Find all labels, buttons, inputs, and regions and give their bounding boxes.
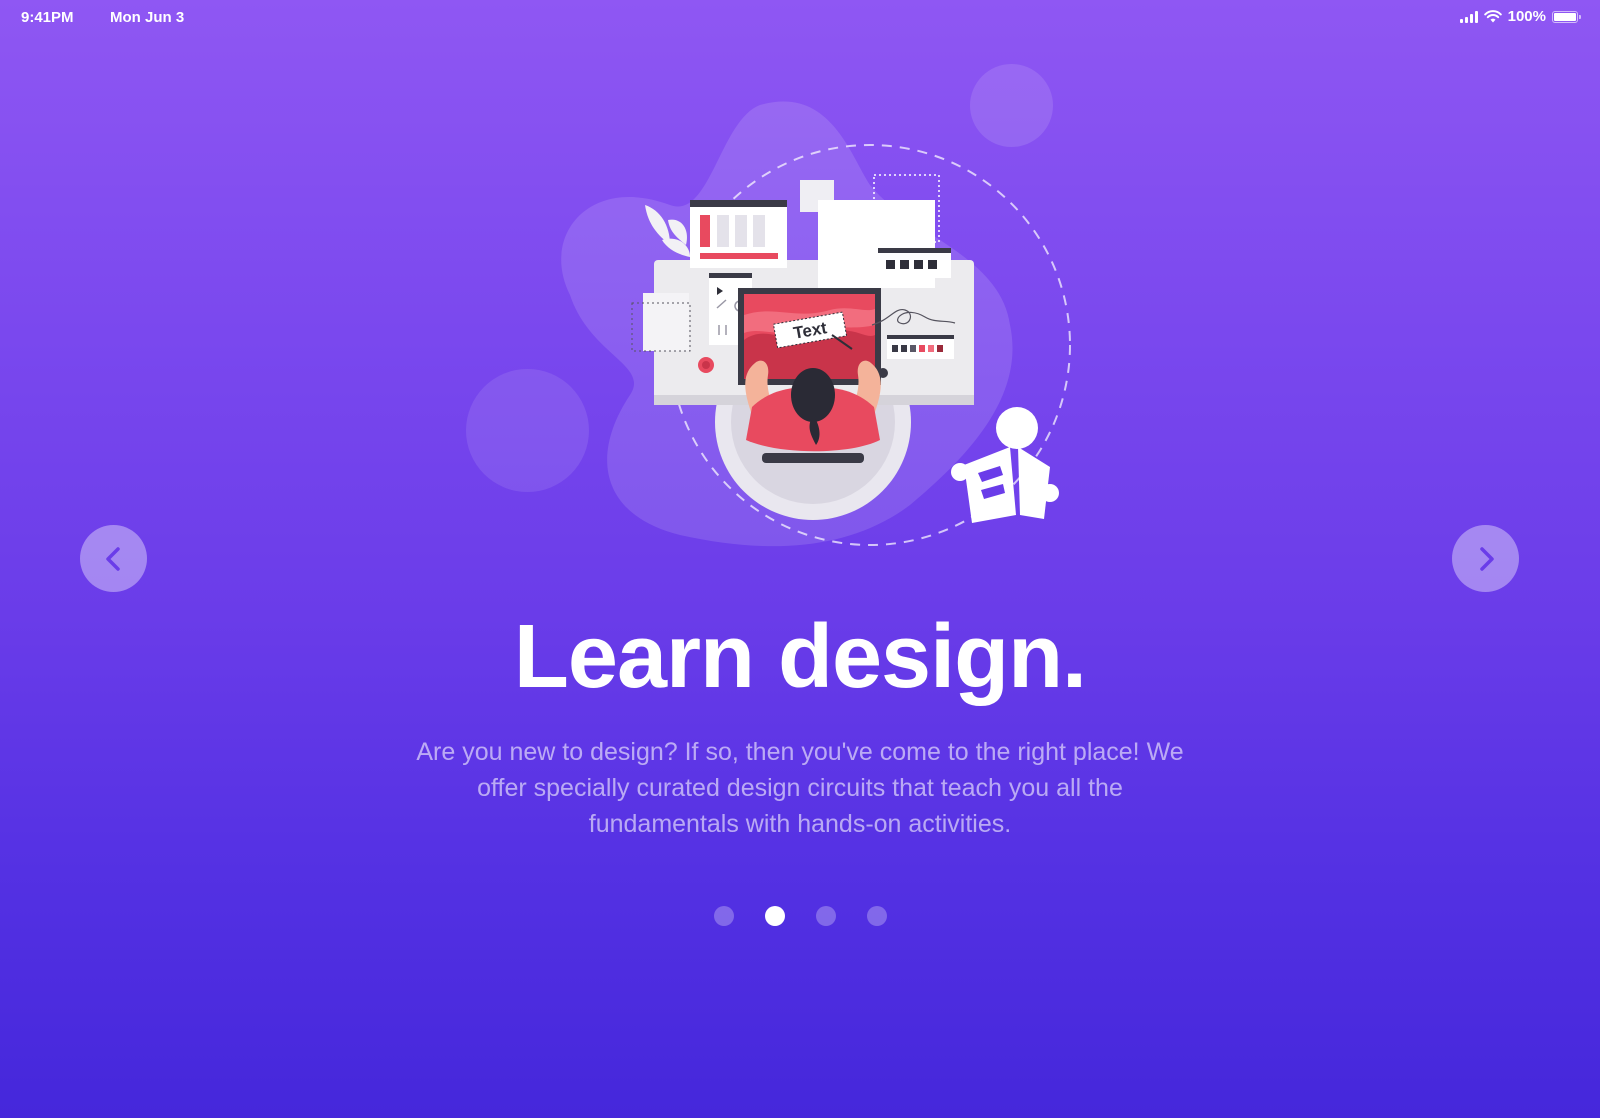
- next-button[interactable]: [1452, 525, 1519, 592]
- page-indicator: [0, 906, 1600, 926]
- page-dot[interactable]: [815, 906, 836, 926]
- status-date: Mon Jun 3: [110, 9, 185, 26]
- page-dot[interactable]: [713, 906, 734, 926]
- battery-level: [1554, 12, 1576, 21]
- battery-icon: [1552, 10, 1581, 23]
- page-dot-active[interactable]: [764, 906, 785, 926]
- chevron-left-icon: [105, 546, 120, 571]
- page-dot[interactable]: [866, 906, 887, 926]
- onboarding-description: Are you new to design? If so, then you'v…: [416, 738, 1184, 838]
- status-indicators: 100%: [1459, 8, 1581, 25]
- onboarding-screen: 9:41PM Mon Jun 3 100% Text Learn design.…: [0, 0, 1600, 1118]
- battery-percent: 100%: [1507, 8, 1546, 25]
- signal-icon: [1459, 10, 1478, 23]
- wifi-icon: [1483, 10, 1502, 23]
- designer-illustration: Text: [561, 101, 1071, 547]
- previous-button[interactable]: [80, 525, 147, 592]
- onboarding-title: Learn design.: [513, 607, 1087, 707]
- status-time: 9:41PM: [21, 9, 74, 26]
- status-bar: 9:41PM Mon Jun 3 100%: [0, 0, 1600, 34]
- chevron-right-icon: [1479, 546, 1494, 571]
